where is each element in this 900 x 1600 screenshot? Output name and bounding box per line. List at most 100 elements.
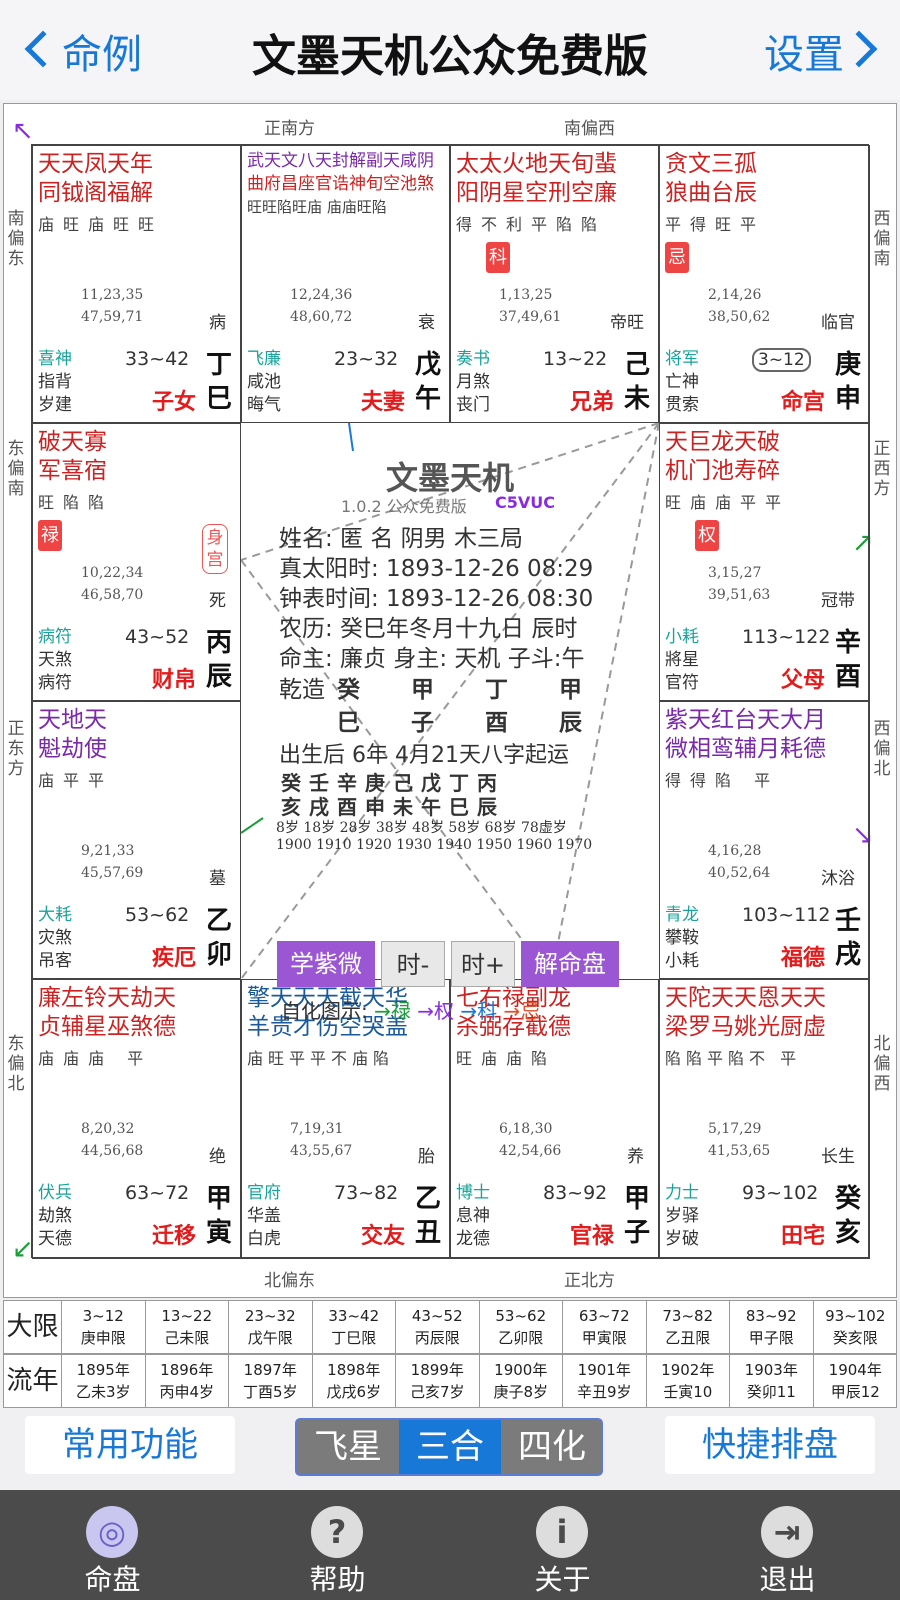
- liunian-item[interactable]: 1903年 癸卯11: [730, 1355, 814, 1407]
- star-row: 机门池寿碎: [665, 458, 780, 484]
- ages-row: 1,13,25: [499, 287, 553, 303]
- daxian-item[interactable]: 33~42 丁巳限: [313, 1301, 396, 1353]
- nav-about[interactable]: i 关于: [450, 1490, 675, 1600]
- learn-ziwei-button[interactable]: 学紫微: [277, 941, 375, 987]
- liunian-item[interactable]: 1897年 丁酉5岁: [229, 1355, 313, 1407]
- hour-plus-button[interactable]: 时+: [451, 941, 515, 987]
- common-functions-button[interactable]: 常用功能: [25, 1416, 235, 1474]
- interpret-chart-button[interactable]: 解命盘: [521, 941, 619, 987]
- spirit-label: 吊客: [38, 951, 72, 971]
- daxian-range: 23~32: [244, 1307, 296, 1325]
- daxian-item[interactable]: 93~102 癸亥限: [814, 1301, 898, 1353]
- star-list: 天巨龙天破 机门池寿碎 旺庙庙平平 权: [665, 428, 790, 551]
- star-row: 廉左铃天劫天: [38, 985, 176, 1011]
- star-row: 天天凤天年: [38, 151, 153, 177]
- daxian-item[interactable]: 53~62 乙卯限: [480, 1301, 563, 1353]
- liunian-item[interactable]: 1904年 甲辰12: [814, 1355, 898, 1407]
- palace-wei[interactable]: 太太火地天旬蜚 阳阴星空刑空廉 得不利平陷陷 科 1,13,25 37,49,61…: [450, 145, 659, 423]
- action-toolbar: 常用功能 飞星 三合 四化 快捷排盘: [0, 1406, 900, 1490]
- tab-sihua[interactable]: 四化: [501, 1420, 601, 1474]
- liunian-item[interactable]: 1895年 乙未3岁: [62, 1355, 146, 1407]
- bazi-stem: 甲: [411, 677, 434, 703]
- ages-row: 44,56,68: [81, 1143, 144, 1159]
- nav-exit[interactable]: ⇥ 退出: [675, 1490, 900, 1600]
- spirit-label: 飞廉: [247, 349, 281, 369]
- liunian-item[interactable]: 1900年 庚子8岁: [480, 1355, 563, 1407]
- ages-row: 48,60,72: [290, 309, 353, 325]
- exit-icon: ⇥: [761, 1506, 813, 1558]
- liunian-item[interactable]: 1898年 戊戌6岁: [313, 1355, 396, 1407]
- palace-grid: 天天凤天年 同钺阁福解 庙旺庙旺旺 11,23,35 47,59,71 病 喜神 …: [31, 144, 870, 1259]
- bazi-stem: 癸: [337, 677, 360, 703]
- legend-label: 自化图示:: [281, 999, 368, 1023]
- palace-mao[interactable]: 天地天 魁劫使 庙平平 9,21,33 45,57,69 墓 大耗 灾煞 吊客 5…: [32, 701, 241, 979]
- palace-si[interactable]: 天天凤天年 同钺阁福解 庙旺庙旺旺 11,23,35 47,59,71 病 喜神 …: [32, 145, 241, 423]
- ages-row: 46,58,70: [81, 587, 144, 603]
- star-row: 军喜宿: [38, 458, 107, 484]
- daxian-item[interactable]: 13~22 己未限: [146, 1301, 229, 1353]
- decade-range: 33~42: [125, 348, 190, 370]
- spirit-label: 贯索: [665, 395, 699, 415]
- daxian-range: 13~22: [161, 1307, 213, 1325]
- daxian-item[interactable]: 23~32 戊午限: [229, 1301, 313, 1353]
- palace-xu[interactable]: 紫天红台天大月 微相鸾辅月耗德 得得陷 平 4,16,28 40,52,64 沐浴…: [659, 701, 870, 979]
- liunian-item[interactable]: 1896年 丙申4岁: [146, 1355, 229, 1407]
- tab-feixing[interactable]: 飞星: [297, 1420, 399, 1474]
- ages-row: 7,19,31: [290, 1121, 344, 1137]
- flow-ages: 6,18,30 42,54,66: [499, 1118, 561, 1162]
- liunian-year: 1901年: [577, 1361, 631, 1379]
- daxian-item[interactable]: 3~12 庚申限: [62, 1301, 146, 1353]
- decade-range: 73~82: [334, 1182, 399, 1204]
- tab-sanhe[interactable]: 三合: [399, 1420, 501, 1474]
- star-row: 曲府昌座官诰神旬空池煞: [247, 174, 434, 194]
- nav-chart[interactable]: ◎ 命盘: [0, 1490, 225, 1600]
- hour-minus-button[interactable]: 时-: [381, 941, 445, 987]
- brightness-row: 旺陷陷: [38, 493, 114, 512]
- spirit-label: 白虎: [247, 1229, 281, 1249]
- palace-yin[interactable]: 廉左铃天劫天 贞辅星巫煞德 庙庙庙 平 8,20,32 44,56,68 绝 伏兵…: [32, 979, 241, 1259]
- changsheng-stage: 衰: [418, 313, 435, 333]
- star-row: 天地天: [38, 707, 107, 733]
- spirit-label: 咸池: [247, 372, 281, 392]
- daxian-range: 43~52: [411, 1307, 463, 1325]
- changsheng-stage: 长生: [821, 1147, 855, 1167]
- palace-wu[interactable]: 武天文八天封解副天咸阴 曲府昌座官诰神旬空池煞 旺旺陷旺庙 庙庙旺陷 12,24…: [241, 145, 450, 423]
- daxian-item[interactable]: 63~72 甲寅限: [563, 1301, 647, 1353]
- nav-help[interactable]: ? 帮助: [225, 1490, 450, 1600]
- palace-shen[interactable]: 贪文三孤 狼曲台辰 平得旺平 忌 2,14,26 38,50,62 临官 将军 亡…: [659, 145, 870, 423]
- star-list: 天陀天天恩天天 梁罗马姚光厨虚 陷陷平陷不 平: [665, 984, 826, 1073]
- direction-label: 北偏西: [873, 1034, 891, 1094]
- decade-range: 43~52: [125, 626, 190, 648]
- liunian-ganzhi: 戊戌6岁: [326, 1383, 382, 1401]
- earthly-branch: 亥: [834, 1218, 861, 1248]
- daxian-item[interactable]: 43~52 丙辰限: [396, 1301, 480, 1353]
- palace-hai[interactable]: 天陀天天恩天天 梁罗马姚光厨虚 陷陷平陷不 平 5,17,29 41,53,65 …: [659, 979, 870, 1259]
- legend-ke: →科: [460, 999, 498, 1023]
- ages-row: 8,20,32: [81, 1121, 135, 1137]
- spirit-label: 青龙: [665, 905, 699, 925]
- liunian-item[interactable]: 1902年 壬寅10: [647, 1355, 730, 1407]
- daxian-item[interactable]: 83~92 甲子限: [730, 1301, 814, 1353]
- palace-you[interactable]: 天巨龙天破 机门池寿碎 旺庙庙平平 权 3,15,27 39,51,63 冠带 小…: [659, 423, 870, 701]
- info-lunar-date: 农历: 癸巳年冬月十九日 辰时: [279, 616, 578, 642]
- settings-button[interactable]: 设置: [764, 22, 880, 80]
- bazi-branch: 子: [411, 710, 434, 736]
- quick-chart-button[interactable]: 快捷排盘: [665, 1416, 875, 1474]
- liunian-item[interactable]: 1901年 辛丑9岁: [563, 1355, 647, 1407]
- liunian-item[interactable]: 1899年己亥7岁: [396, 1355, 480, 1407]
- liunian-ganzhi: 己亥7岁: [409, 1383, 465, 1401]
- earthly-branch: 辰: [205, 662, 232, 692]
- daxian-item[interactable]: 73~82 乙丑限: [647, 1301, 730, 1353]
- liunian-year: 1899年: [410, 1361, 464, 1379]
- brightness-row: 庙旺平平不庙陷: [247, 1049, 395, 1068]
- liunian-ganzhi: 丁酉5岁: [242, 1383, 298, 1401]
- daxian-range: 83~92: [745, 1307, 797, 1325]
- heavenly-stem: 乙: [205, 906, 232, 936]
- earthly-branch: 酉: [834, 662, 861, 692]
- spirit-label: 指背: [38, 372, 72, 392]
- legend-lu: →禄: [374, 999, 411, 1023]
- sihua-badge: 权: [695, 520, 719, 551]
- palace-chen[interactable]: 破天寡 军喜宿 旺陷陷 禄 身宫 10,22,34 46,58,70 死 病符 天…: [32, 423, 241, 701]
- flow-ages: 8,20,32 44,56,68: [81, 1118, 143, 1162]
- palace-name: 福德: [780, 946, 825, 971]
